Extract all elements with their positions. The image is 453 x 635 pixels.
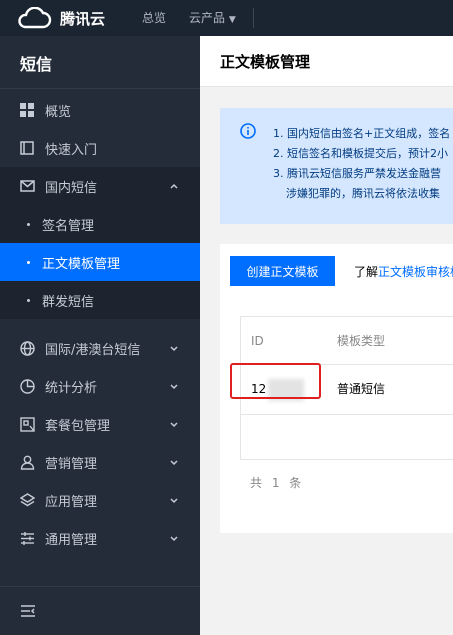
chevron-down-icon [170,384,178,390]
pie-chart-icon [19,378,35,394]
mail-icon [19,178,35,194]
learn-text: 了解正文模板审核标 [354,263,453,280]
sidebar-item-marketing[interactable]: 营销管理 [0,443,200,481]
sidebar-item-overview[interactable]: 概览 [0,91,200,129]
sidebar-divider [0,88,200,89]
info-icon [240,123,256,139]
grid-icon [19,102,35,118]
sidebar-item-general-management[interactable]: 通用管理 [0,519,200,557]
notice-line: 3. 腾讯云短信服务严禁发送金融营 [273,167,441,180]
total-count: 共 1 条 [250,476,305,490]
sidebar-item-quickstart[interactable]: 快速入门 [0,129,200,167]
bullet-dot-icon [27,298,30,302]
bullet-dot-icon [27,222,30,226]
caret-down-icon: ▼ [228,15,236,25]
learn-prefix: 了解 [354,265,379,279]
sidebar-item-label: 概览 [45,104,72,120]
red-highlight-box [230,363,321,399]
sidebar-item-domestic-sms[interactable]: 国内短信 [0,167,200,205]
bullet-dot-icon [27,260,30,264]
column-header-type: 模板类型 [337,334,386,348]
sidebar-collapse-bar [0,586,200,635]
notice-line: 1. 国内短信由签名+正文组成，签名 [273,127,451,140]
globe-icon [19,340,35,356]
logo[interactable]: 腾讯云 [16,0,105,36]
chevron-down-icon [170,536,178,542]
info-notice: 1. 国内短信由签名+正文组成，签名 2. 短信签名和模板提交后，预计2小 3.… [220,108,453,224]
review-standard-link[interactable]: 正文模板审核标 [378,265,453,279]
book-icon [19,140,35,156]
sidebar-item-label: 国内短信 [45,180,98,196]
sidebar-item-label: 统计分析 [45,380,98,396]
sidebar-subitem-signature[interactable]: 签名管理 [0,205,200,243]
chevron-down-icon [170,460,178,466]
layers-icon [19,492,35,508]
notice-line: 涉嫌犯罪的，腾讯云将依法收集 [286,187,440,200]
sidebar-item-app-management[interactable]: 应用管理 [0,481,200,519]
logo-text: 腾讯云 [60,9,106,28]
top-navbar: 腾讯云 总览 云产品 ▼ [0,0,453,36]
collapse-sidebar-icon[interactable] [20,604,36,622]
cell-template-type: 普通短信 [337,382,386,396]
chevron-down-icon [170,422,178,428]
nav-products-menu[interactable]: 云产品 ▼ [189,0,236,36]
sidebar-subitem-label: 群发短信 [42,294,95,310]
sidebar: 短信 概览 快速入门 国内短信 签名管理 正文模板管理 群发短信 国际/港澳台短… [0,36,200,635]
sidebar-subitem-template[interactable]: 正文模板管理 [0,243,200,281]
notice-lines: 1. 国内短信由签名+正文组成，签名 2. 短信签名和模板提交后，预计2小 3.… [273,124,450,204]
sidebar-subitem-label: 正文模板管理 [42,256,121,272]
nav-products-label: 云产品 [189,11,226,25]
table-header: ID 模板类型 [241,317,453,365]
nav-overview-link[interactable]: 总览 [142,0,166,36]
sidebar-item-label: 国际/港澳台短信 [45,342,141,358]
sidebar-item-label: 营销管理 [45,456,98,472]
sidebar-item-label: 套餐包管理 [45,418,111,434]
main-content: 正文模板管理 1. 国内短信由签名+正文组成，签名 2. 短信签名和模板提交后，… [200,36,453,635]
column-header-id: ID [251,334,264,348]
page-title: 正文模板管理 [220,53,311,71]
sidebar-item-label: 快速入门 [45,142,98,158]
sidebar-item-label: 应用管理 [45,494,98,510]
topbar-divider [253,8,254,28]
chevron-down-icon [170,346,178,352]
package-icon [19,416,35,432]
sliders-icon [19,530,35,546]
chevron-down-icon [170,498,178,504]
notice-line: 2. 短信签名和模板提交后，预计2小 [273,147,448,160]
create-template-button[interactable]: 创建正文模板 [230,256,335,286]
cloud-logo-icon [18,7,52,29]
sidebar-subitem-bulk-sms[interactable]: 群发短信 [0,281,200,319]
sidebar-subitem-label: 签名管理 [42,218,95,234]
sidebar-item-label: 通用管理 [45,532,98,548]
page-header: 正文模板管理 [200,36,453,87]
sidebar-item-statistics[interactable]: 统计分析 [0,367,200,405]
sidebar-item-package[interactable]: 套餐包管理 [0,405,200,443]
sidebar-item-international-sms[interactable]: 国际/港澳台短信 [0,329,200,367]
chevron-up-icon [170,183,178,189]
sidebar-title: 短信 [20,55,53,74]
user-icon [19,454,35,470]
